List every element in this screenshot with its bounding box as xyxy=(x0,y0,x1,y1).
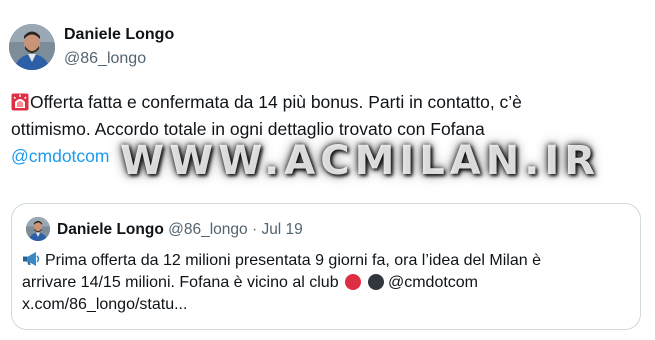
avatar[interactable] xyxy=(9,24,55,70)
author-name[interactable]: Daniele Longo xyxy=(64,26,174,44)
tweet-text-line: ottimismo. Accordo totale in ogni dettag… xyxy=(11,119,485,139)
profile-photo-icon xyxy=(9,24,55,70)
megaphone-icon xyxy=(22,251,42,267)
red-circle-icon xyxy=(345,274,362,290)
tweet-text-line: Offerta fatta e confermata da 14 più bon… xyxy=(11,89,631,116)
quoted-text-line: arrivare 14/15 milioni. Fofana è vicino … xyxy=(22,272,634,294)
quoted-author-handle: @86_longo xyxy=(168,221,248,238)
siren-icon xyxy=(11,92,29,111)
author-handle[interactable]: @86_longo xyxy=(64,50,146,68)
quoted-author-name: Daniele Longo xyxy=(57,221,164,238)
quoted-text-segment: arrivare 14/15 milioni. Fofana è vicino … xyxy=(22,274,339,291)
black-circle-icon xyxy=(367,274,384,290)
quoted-text-line: Prima offerta da 12 milioni presentata 9… xyxy=(22,250,634,272)
quoted-link-text: x.com/86_longo/statu... xyxy=(22,296,188,313)
profile-photo-icon xyxy=(26,217,50,241)
quoted-text-segment: Prima offerta da 12 milioni presentata 9… xyxy=(45,252,541,269)
quoted-tweet-header: Daniele Longo @86_longo · Jul 19 xyxy=(57,221,303,239)
quoted-tweet-date: Jul 19 xyxy=(261,221,303,238)
quoted-mention: @cmdotcom xyxy=(387,274,479,291)
tweet-text: Offerta fatta e confermata da 14 più bon… xyxy=(11,89,631,170)
mention-link[interactable]: @cmdotcom xyxy=(11,146,109,166)
quoted-avatar xyxy=(26,217,50,241)
quoted-tweet-text: Prima offerta da 12 milioni presentata 9… xyxy=(22,250,634,316)
quoted-tweet-card[interactable]: Daniele Longo @86_longo · Jul 19 Prima o… xyxy=(11,203,641,330)
tweet-text-segment: Offerta fatta e confermata da 14 più bon… xyxy=(30,92,522,112)
meta-separator: · xyxy=(251,221,258,238)
